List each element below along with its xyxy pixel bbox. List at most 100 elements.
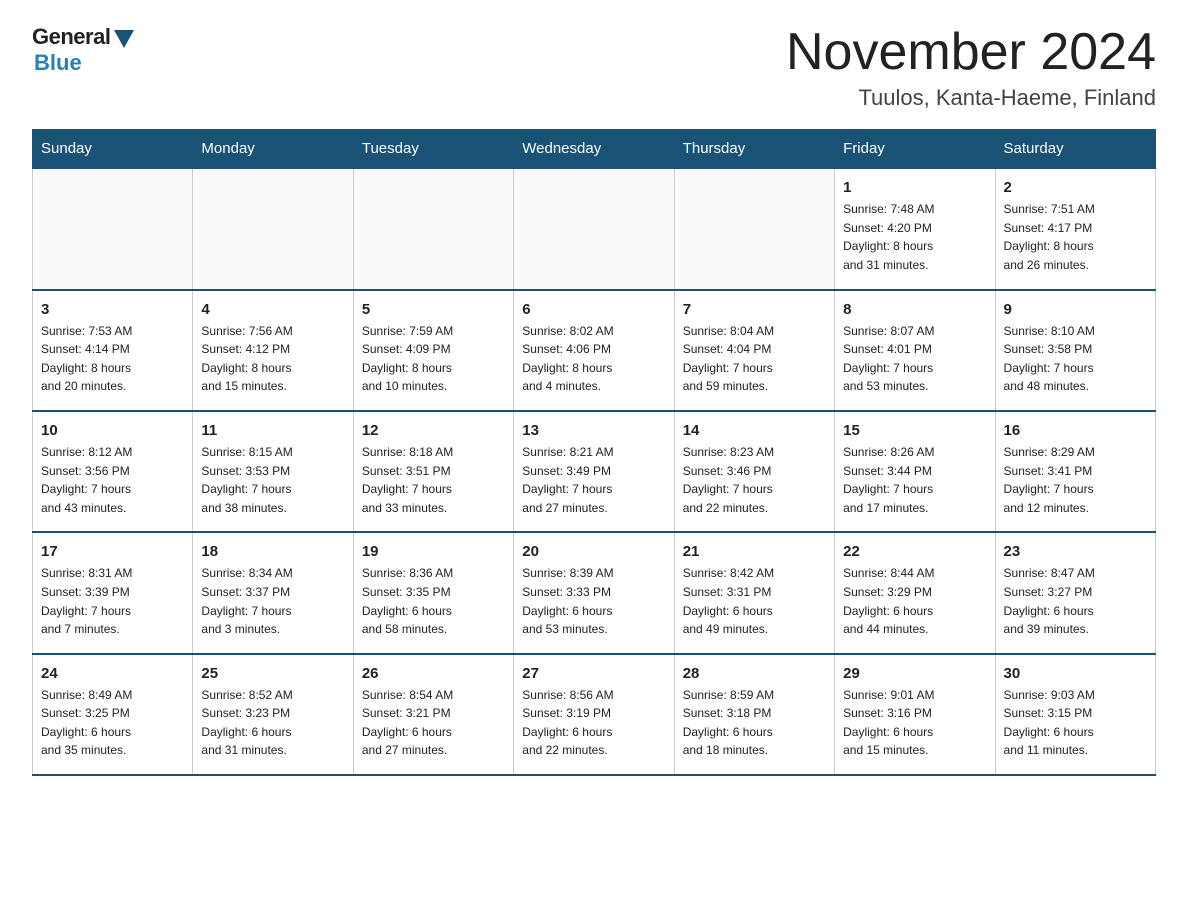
calendar-cell <box>193 168 353 289</box>
day-number: 3 <box>41 301 184 318</box>
day-info: Sunrise: 8:36 AMSunset: 3:35 PMDaylight:… <box>362 564 505 638</box>
calendar-cell: 13 Sunrise: 8:21 AMSunset: 3:49 PMDayligh… <box>514 411 674 532</box>
day-number: 11 <box>201 422 344 439</box>
day-number: 23 <box>1004 543 1147 560</box>
calendar-cell: 27 Sunrise: 8:56 AMSunset: 3:19 PMDayligh… <box>514 654 674 775</box>
day-info: Sunrise: 8:56 AMSunset: 3:19 PMDaylight:… <box>522 686 665 760</box>
weekday-header-tuesday: Tuesday <box>353 130 513 169</box>
calendar-cell: 28Sunrise: 8:59 AMSunset: 3:18 PMDayligh… <box>674 654 834 775</box>
day-info: Sunrise: 8:29 AMSunset: 3:41 PMDaylight:… <box>1004 443 1147 517</box>
calendar-cell: 10 Sunrise: 8:12 AMSunset: 3:56 PMDayligh… <box>33 411 193 532</box>
day-info: Sunrise: 8:04 AMSunset: 4:04 PMDaylight:… <box>683 322 826 396</box>
day-info: Sunrise: 8:54 AMSunset: 3:21 PMDaylight:… <box>362 686 505 760</box>
day-number: 12 <box>362 422 505 439</box>
calendar-cell <box>33 168 193 289</box>
day-info: Sunrise: 7:56 AMSunset: 4:12 PMDaylight:… <box>201 322 344 396</box>
calendar-table: SundayMondayTuesdayWednesdayThursdayFrid… <box>32 129 1156 776</box>
day-number: 27 <box>522 665 665 682</box>
calendar-week-row: 17 Sunrise: 8:31 AMSunset: 3:39 PMDayligh… <box>33 532 1156 653</box>
day-info: Sunrise: 8:52 AMSunset: 3:23 PMDaylight:… <box>201 686 344 760</box>
day-number: 10 <box>41 422 184 439</box>
day-number: 2 <box>1004 179 1147 196</box>
calendar-cell: 12 Sunrise: 8:18 AMSunset: 3:51 PMDayligh… <box>353 411 513 532</box>
weekday-header-wednesday: Wednesday <box>514 130 674 169</box>
day-info: Sunrise: 8:26 AMSunset: 3:44 PMDaylight:… <box>843 443 986 517</box>
day-number: 4 <box>201 301 344 318</box>
weekday-header-thursday: Thursday <box>674 130 834 169</box>
day-number: 17 <box>41 543 184 560</box>
day-number: 14 <box>683 422 826 439</box>
title-area: November 2024 Tuulos, Kanta-Haeme, Finla… <box>786 24 1156 111</box>
day-info: Sunrise: 8:12 AMSunset: 3:56 PMDaylight:… <box>41 443 184 517</box>
day-number: 7 <box>683 301 826 318</box>
day-number: 26 <box>362 665 505 682</box>
calendar-cell: 7 Sunrise: 8:04 AMSunset: 4:04 PMDaylight… <box>674 290 834 411</box>
calendar-cell: 29 Sunrise: 9:01 AMSunset: 3:16 PMDayligh… <box>835 654 995 775</box>
day-info: Sunrise: 8:47 AMSunset: 3:27 PMDaylight:… <box>1004 564 1147 638</box>
location-title: Tuulos, Kanta-Haeme, Finland <box>786 85 1156 111</box>
day-info: Sunrise: 9:03 AMSunset: 3:15 PMDaylight:… <box>1004 686 1147 760</box>
calendar-cell: 23 Sunrise: 8:47 AMSunset: 3:27 PMDayligh… <box>995 532 1155 653</box>
day-number: 21 <box>683 543 826 560</box>
day-info: Sunrise: 8:07 AMSunset: 4:01 PMDaylight:… <box>843 322 986 396</box>
day-number: 19 <box>362 543 505 560</box>
day-info: Sunrise: 8:21 AMSunset: 3:49 PMDaylight:… <box>522 443 665 517</box>
logo-arrow-icon <box>114 30 134 48</box>
weekday-header-friday: Friday <box>835 130 995 169</box>
calendar-cell: 2 Sunrise: 7:51 AMSunset: 4:17 PMDaylight… <box>995 168 1155 289</box>
day-info: Sunrise: 7:51 AMSunset: 4:17 PMDaylight:… <box>1004 200 1147 274</box>
calendar-cell: 6 Sunrise: 8:02 AMSunset: 4:06 PMDaylight… <box>514 290 674 411</box>
day-number: 13 <box>522 422 665 439</box>
day-info: Sunrise: 9:01 AMSunset: 3:16 PMDaylight:… <box>843 686 986 760</box>
day-number: 5 <box>362 301 505 318</box>
calendar-week-row: 3Sunrise: 7:53 AMSunset: 4:14 PMDaylight… <box>33 290 1156 411</box>
calendar-cell: 5Sunrise: 7:59 AMSunset: 4:09 PMDaylight… <box>353 290 513 411</box>
day-number: 22 <box>843 543 986 560</box>
day-info: Sunrise: 8:59 AMSunset: 3:18 PMDaylight:… <box>683 686 826 760</box>
day-number: 25 <box>201 665 344 682</box>
calendar-cell: 26 Sunrise: 8:54 AMSunset: 3:21 PMDayligh… <box>353 654 513 775</box>
day-info: Sunrise: 8:31 AMSunset: 3:39 PMDaylight:… <box>41 564 184 638</box>
calendar-cell: 16 Sunrise: 8:29 AMSunset: 3:41 PMDayligh… <box>995 411 1155 532</box>
day-number: 30 <box>1004 665 1147 682</box>
day-info: Sunrise: 8:44 AMSunset: 3:29 PMDaylight:… <box>843 564 986 638</box>
calendar-cell: 22 Sunrise: 8:44 AMSunset: 3:29 PMDayligh… <box>835 532 995 653</box>
calendar-cell: 25 Sunrise: 8:52 AMSunset: 3:23 PMDayligh… <box>193 654 353 775</box>
page-header: General Blue November 2024 Tuulos, Kanta… <box>32 24 1156 111</box>
logo: General Blue <box>32 24 134 76</box>
day-info: Sunrise: 7:48 AMSunset: 4:20 PMDaylight:… <box>843 200 986 274</box>
day-info: Sunrise: 8:39 AMSunset: 3:33 PMDaylight:… <box>522 564 665 638</box>
calendar-cell: 3Sunrise: 7:53 AMSunset: 4:14 PMDaylight… <box>33 290 193 411</box>
day-info: Sunrise: 8:34 AMSunset: 3:37 PMDaylight:… <box>201 564 344 638</box>
day-number: 18 <box>201 543 344 560</box>
calendar-cell <box>353 168 513 289</box>
day-info: Sunrise: 8:15 AMSunset: 3:53 PMDaylight:… <box>201 443 344 517</box>
day-info: Sunrise: 8:18 AMSunset: 3:51 PMDaylight:… <box>362 443 505 517</box>
day-number: 24 <box>41 665 184 682</box>
weekday-header-monday: Monday <box>193 130 353 169</box>
day-info: Sunrise: 8:10 AMSunset: 3:58 PMDaylight:… <box>1004 322 1147 396</box>
calendar-cell: 1Sunrise: 7:48 AMSunset: 4:20 PMDaylight… <box>835 168 995 289</box>
day-number: 16 <box>1004 422 1147 439</box>
calendar-week-row: 1Sunrise: 7:48 AMSunset: 4:20 PMDaylight… <box>33 168 1156 289</box>
day-number: 15 <box>843 422 986 439</box>
calendar-cell: 8Sunrise: 8:07 AMSunset: 4:01 PMDaylight… <box>835 290 995 411</box>
day-info: Sunrise: 8:23 AMSunset: 3:46 PMDaylight:… <box>683 443 826 517</box>
calendar-week-row: 10 Sunrise: 8:12 AMSunset: 3:56 PMDayligh… <box>33 411 1156 532</box>
day-number: 29 <box>843 665 986 682</box>
logo-general-text: General <box>32 24 110 50</box>
day-number: 6 <box>522 301 665 318</box>
calendar-cell: 4 Sunrise: 7:56 AMSunset: 4:12 PMDaylight… <box>193 290 353 411</box>
logo-blue-text: Blue <box>34 50 82 76</box>
calendar-cell: 20Sunrise: 8:39 AMSunset: 3:33 PMDayligh… <box>514 532 674 653</box>
calendar-cell <box>674 168 834 289</box>
calendar-cell: 11 Sunrise: 8:15 AMSunset: 3:53 PMDayligh… <box>193 411 353 532</box>
calendar-week-row: 24Sunrise: 8:49 AMSunset: 3:25 PMDayligh… <box>33 654 1156 775</box>
calendar-header-row: SundayMondayTuesdayWednesdayThursdayFrid… <box>33 130 1156 169</box>
day-info: Sunrise: 8:02 AMSunset: 4:06 PMDaylight:… <box>522 322 665 396</box>
day-number: 9 <box>1004 301 1147 318</box>
calendar-cell: 14 Sunrise: 8:23 AMSunset: 3:46 PMDayligh… <box>674 411 834 532</box>
calendar-cell: 15 Sunrise: 8:26 AMSunset: 3:44 PMDayligh… <box>835 411 995 532</box>
calendar-cell: 19 Sunrise: 8:36 AMSunset: 3:35 PMDayligh… <box>353 532 513 653</box>
calendar-cell: 21Sunrise: 8:42 AMSunset: 3:31 PMDayligh… <box>674 532 834 653</box>
